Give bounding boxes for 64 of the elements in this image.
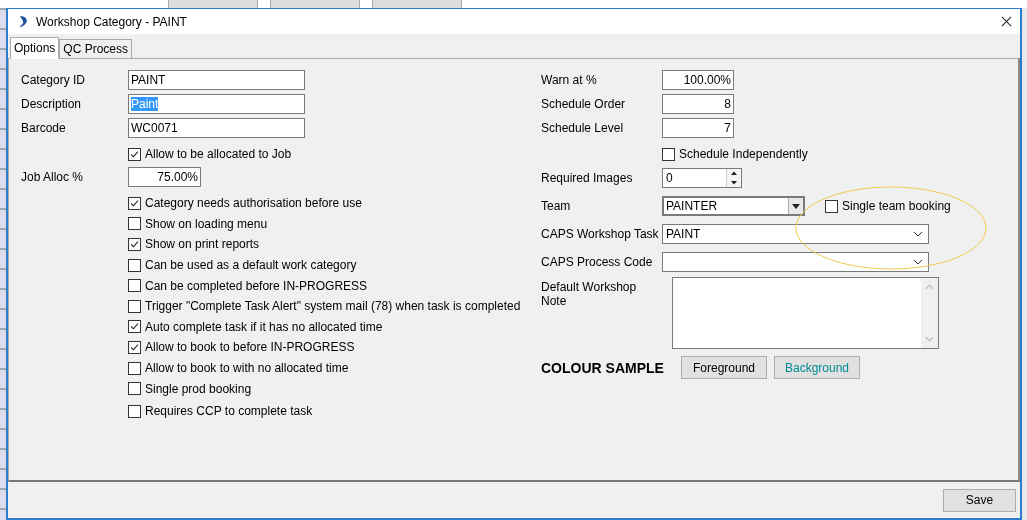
checkbox[interactable] bbox=[128, 238, 141, 251]
tab[interactable]: QC Process bbox=[59, 39, 133, 58]
checkbox[interactable] bbox=[128, 340, 141, 354]
tab[interactable]: Options bbox=[10, 37, 60, 59]
colour-button[interactable]: Foreground bbox=[681, 356, 767, 379]
number-field[interactable]: 7 bbox=[662, 118, 734, 138]
checkbox[interactable] bbox=[128, 147, 141, 161]
checkbox[interactable] bbox=[825, 199, 838, 213]
chevron-down-icon bbox=[913, 259, 923, 265]
field-label: CAPS Workshop Task bbox=[541, 227, 660, 241]
spinner-field[interactable]: 0 bbox=[662, 168, 742, 188]
checkbox-label: Trigger "Complete Task Alert" system mail (78) when task is completed bbox=[145, 299, 521, 314]
field-label: Warn at % bbox=[541, 73, 598, 87]
field-label: Schedule Order bbox=[541, 97, 627, 111]
checkbox-label: Allow to book to with no allocated time bbox=[145, 361, 349, 376]
checkbox[interactable] bbox=[128, 258, 141, 272]
colour-sample-label: COLOUR SAMPLE bbox=[541, 359, 665, 376]
dropdown[interactable]: PAINTER bbox=[662, 196, 805, 216]
checkbox-label: Can be completed before IN-PROGRESS bbox=[145, 278, 368, 293]
close-icon[interactable] bbox=[1001, 16, 1012, 27]
checkbox-label: Can be used as a default work category bbox=[145, 258, 357, 273]
checkbox[interactable] bbox=[128, 404, 141, 418]
checkbox[interactable] bbox=[128, 217, 141, 231]
field-label: CAPS Process Code bbox=[541, 255, 654, 269]
field-label: Description bbox=[21, 97, 83, 111]
field-label: Schedule Level bbox=[541, 121, 625, 135]
field-label: Team bbox=[541, 199, 572, 213]
checkbox[interactable] bbox=[662, 147, 675, 161]
field-label: Required Images bbox=[541, 171, 634, 185]
field-value: Paint bbox=[131, 97, 159, 111]
dropdown-arrow-icon bbox=[792, 203, 800, 209]
note-field[interactable] bbox=[672, 277, 939, 349]
checkbox-label: Show on print reports bbox=[145, 237, 260, 252]
field-label: Barcode bbox=[21, 121, 67, 135]
chevron-down-icon bbox=[913, 231, 923, 237]
checkbox[interactable] bbox=[128, 279, 141, 293]
field-value: WC0071 bbox=[131, 121, 178, 135]
checkbox-label: Allow to be allocated to Job bbox=[145, 147, 292, 161]
number-field[interactable]: 100.00% bbox=[662, 70, 734, 90]
checkbox-label: Allow to book to before IN-PROGRESS bbox=[145, 340, 355, 355]
field-label: Job Alloc % bbox=[21, 170, 85, 184]
field-label: Category ID bbox=[21, 73, 87, 87]
checkbox-label: Auto complete task if it has no allocated time bbox=[145, 319, 383, 334]
field-value: PAINT bbox=[131, 73, 166, 87]
field-label: Default Workshop Note bbox=[541, 279, 638, 308]
checkbox-label: Single prod booking bbox=[145, 381, 252, 396]
dropdown[interactable] bbox=[662, 252, 929, 272]
text-field[interactable]: WC0071 bbox=[128, 118, 305, 138]
text-field[interactable]: PAINT bbox=[128, 70, 305, 90]
checkbox[interactable] bbox=[128, 320, 141, 334]
checkbox[interactable] bbox=[128, 382, 141, 396]
checkbox-label: Show on loading menu bbox=[145, 216, 268, 231]
number-field[interactable]: 8 bbox=[662, 94, 734, 114]
save-button[interactable]: Save bbox=[943, 488, 1016, 512]
checkbox-label: Category needs authorisation before use bbox=[145, 196, 362, 211]
percent-field[interactable]: 75.00% bbox=[128, 167, 201, 187]
checkbox-label: Single team booking bbox=[842, 199, 951, 213]
dropdown[interactable]: PAINT bbox=[662, 224, 929, 244]
checkbox[interactable] bbox=[128, 299, 141, 313]
checkbox[interactable] bbox=[128, 196, 141, 210]
checkbox[interactable] bbox=[128, 361, 141, 375]
window-title: Workshop Category - PAINT bbox=[36, 14, 188, 29]
checkbox-label: Schedule Independently bbox=[679, 147, 808, 161]
checkbox-label: Requires CCP to complete task bbox=[145, 404, 313, 419]
